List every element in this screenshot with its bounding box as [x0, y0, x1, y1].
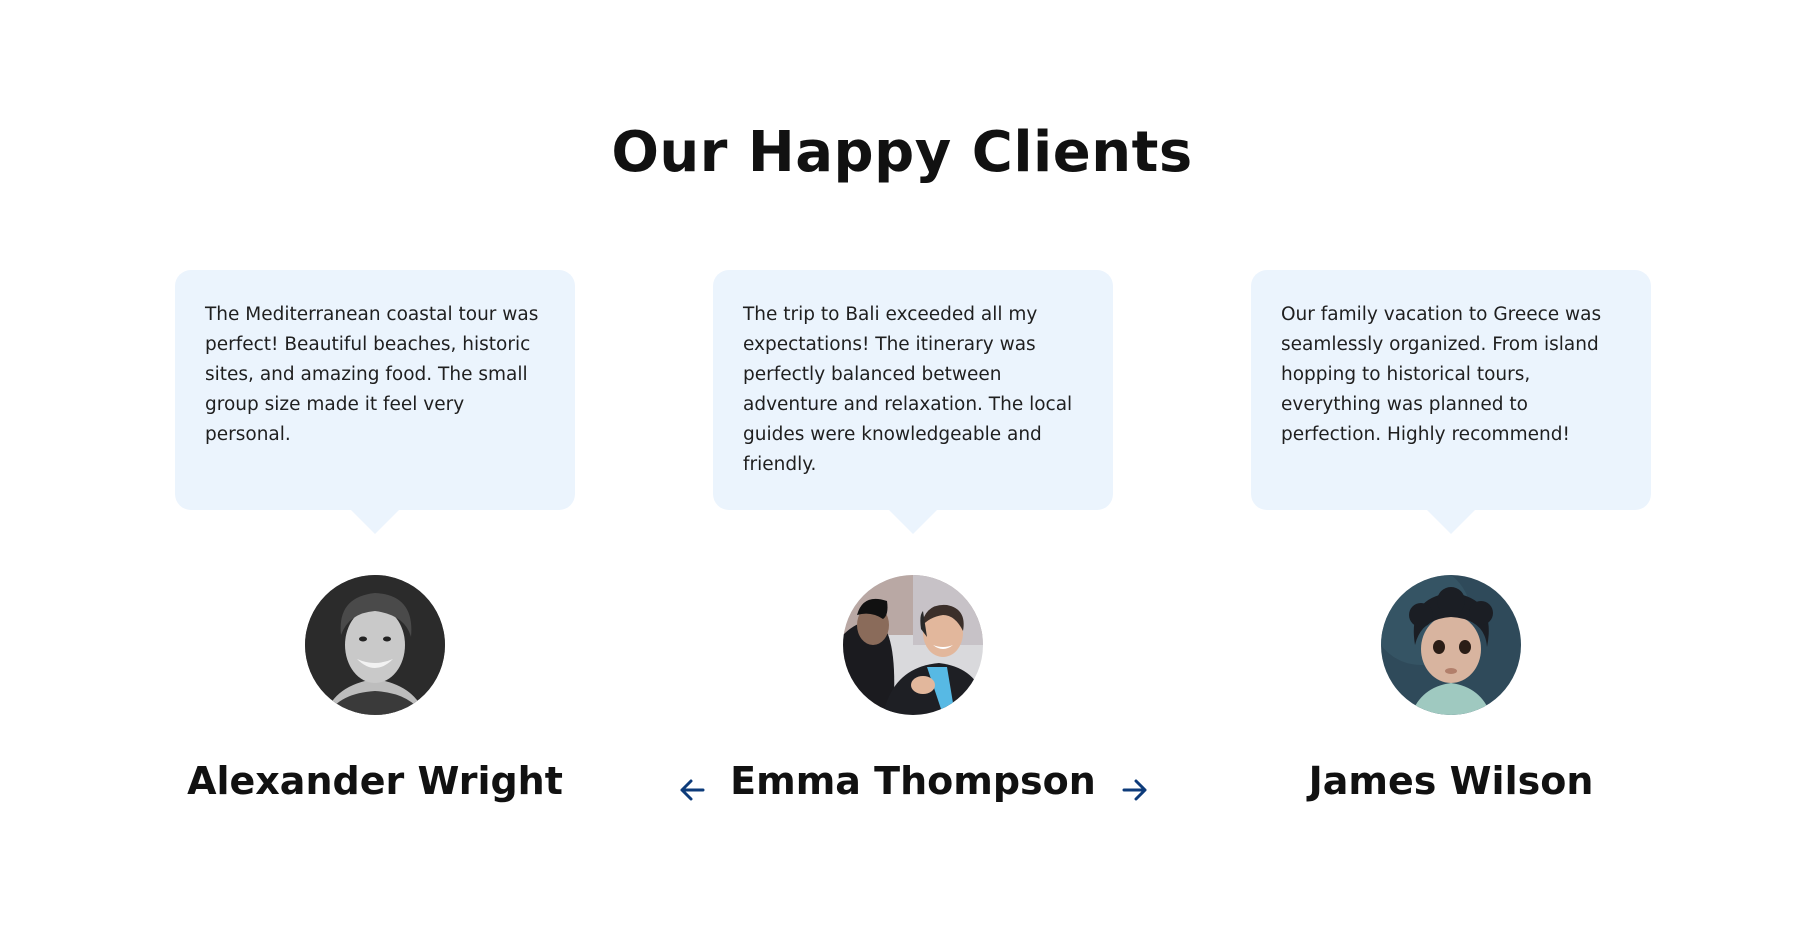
client-avatar: [305, 575, 445, 715]
next-button[interactable]: [1115, 770, 1155, 810]
client-name: James Wilson: [1308, 759, 1594, 803]
prev-button[interactable]: [672, 770, 712, 810]
client-avatar: [1381, 575, 1521, 715]
quote-bubble: The Mediterranean coastal tour was perfe…: [175, 270, 575, 534]
testimonial-quote: The Mediterranean coastal tour was perfe…: [205, 304, 539, 445]
client-avatar: [843, 575, 983, 715]
client-name: Alexander Wright: [187, 759, 563, 803]
quote-bubble: The trip to Bali exceeded all my expecta…: [713, 270, 1113, 534]
client-name: Emma Thompson: [730, 759, 1096, 803]
quote-bubble: Our family vacation to Greece was seamle…: [1251, 270, 1651, 534]
testimonial-quote: The trip to Bali exceeded all my expecta…: [743, 304, 1073, 475]
arrow-left-icon: [680, 779, 705, 801]
testimonial-quote: Our family vacation to Greece was seamle…: [1281, 304, 1602, 445]
arrow-right-icon: [1122, 779, 1147, 801]
section-title: Our Happy Clients: [611, 120, 1193, 185]
